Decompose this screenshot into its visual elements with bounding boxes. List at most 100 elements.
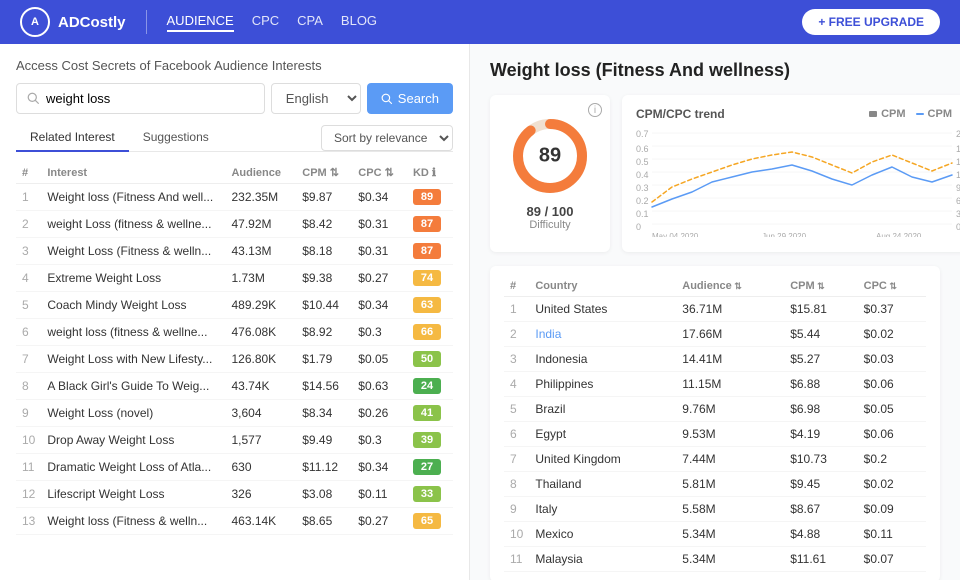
row-cpm: $3.08: [296, 481, 352, 508]
country-cpc: $0.02: [858, 472, 926, 497]
table-row[interactable]: 9 Weight Loss (novel) 3,604 $8.34 $0.26 …: [16, 400, 453, 427]
row-kd: 89: [407, 184, 453, 211]
logo[interactable]: A ADCostly: [20, 7, 126, 37]
row-audience: 1.73M: [225, 265, 296, 292]
upgrade-button[interactable]: + FREE UPGRADE: [802, 9, 940, 35]
country-table-row: 5 Brazil 9.76M $6.98 $0.05: [504, 397, 926, 422]
country-cpc: $0.06: [858, 422, 926, 447]
difficulty-info-icon[interactable]: i: [588, 103, 602, 117]
svg-text:3: 3: [956, 209, 960, 219]
country-name[interactable]: India: [529, 322, 676, 347]
table-row[interactable]: 3 Weight Loss (Fitness & welln... 43.13M…: [16, 238, 453, 265]
svg-text:0.5: 0.5: [636, 157, 649, 167]
country-cpc: $0.06: [858, 372, 926, 397]
row-cpc: $0.3: [352, 427, 407, 454]
country-row-num: 4: [504, 372, 529, 397]
row-cpc: $0.34: [352, 454, 407, 481]
col-kd: KD ℹ: [407, 162, 453, 184]
row-interest-name: Weight loss (Fitness And well...: [41, 184, 225, 211]
row-num: 10: [16, 427, 41, 454]
table-row[interactable]: 1 Weight loss (Fitness And well... 232.3…: [16, 184, 453, 211]
row-kd: 50: [407, 346, 453, 373]
row-cpc: $0.3: [352, 319, 407, 346]
svg-text:0: 0: [636, 222, 641, 232]
country-cpc: $0.03: [858, 347, 926, 372]
nav-cpa[interactable]: CPA: [297, 13, 323, 32]
country-audience: 9.76M: [676, 397, 784, 422]
table-row[interactable]: 7 Weight Loss with New Lifesty... 126.80…: [16, 346, 453, 373]
row-cpc: $0.11: [352, 481, 407, 508]
country-cpc: $0.2: [858, 447, 926, 472]
country-table-row: 4 Philippines 11.15M $6.88 $0.06: [504, 372, 926, 397]
row-cpm: $8.34: [296, 400, 352, 427]
table-row[interactable]: 11 Dramatic Weight Loss of Atla... 630 $…: [16, 454, 453, 481]
chart-card: CPM/CPC trend CPM CPM i: [622, 95, 960, 252]
svg-text:0.1: 0.1: [636, 209, 649, 219]
difficulty-card: i 89 89 / 100 Difficulty: [490, 95, 610, 252]
table-row[interactable]: 12 Lifescript Weight Loss 326 $3.08 $0.1…: [16, 481, 453, 508]
country-audience: 17.66M: [676, 322, 784, 347]
country-cpm: $6.98: [784, 397, 857, 422]
country-table: # Country Audience CPM CPC 1 United Stat…: [504, 276, 926, 572]
row-kd: 27: [407, 454, 453, 481]
row-cpc: $0.26: [352, 400, 407, 427]
table-row[interactable]: 10 Drop Away Weight Loss 1,577 $9.49 $0.…: [16, 427, 453, 454]
row-kd: 87: [407, 211, 453, 238]
row-audience: 232.35M: [225, 184, 296, 211]
row-kd: 41: [407, 400, 453, 427]
table-row[interactable]: 6 weight loss (fitness & wellne... 476.0…: [16, 319, 453, 346]
interest-table: # Interest Audience CPM ⇅ CPC ⇅ KD ℹ 1 W…: [16, 162, 453, 535]
country-col-cpc[interactable]: CPC: [858, 276, 926, 297]
row-cpc: $0.31: [352, 211, 407, 238]
row-interest-name: Coach Mindy Weight Loss: [41, 292, 225, 319]
svg-text:0.3: 0.3: [636, 183, 649, 193]
right-panel: Weight loss (Fitness And wellness) i 89 …: [470, 44, 960, 580]
search-button[interactable]: Search: [367, 83, 453, 114]
tab-related-interest[interactable]: Related Interest: [16, 124, 129, 152]
row-cpm: $9.38: [296, 265, 352, 292]
nav-blog[interactable]: BLOG: [341, 13, 377, 32]
country-audience: 5.34M: [676, 522, 784, 547]
table-row[interactable]: 4 Extreme Weight Loss 1.73M $9.38 $0.27 …: [16, 265, 453, 292]
main-nav: AUDIENCE CPC CPA BLOG: [167, 13, 783, 32]
svg-text:0.2: 0.2: [636, 196, 649, 206]
country-name: Italy: [529, 497, 676, 522]
row-num: 5: [16, 292, 41, 319]
country-col-cpm[interactable]: CPM: [784, 276, 857, 297]
table-row[interactable]: 2 weight Loss (fitness & wellne... 47.92…: [16, 211, 453, 238]
row-interest-name: Weight Loss (Fitness & welln...: [41, 238, 225, 265]
logo-text: ADCostly: [58, 14, 126, 31]
country-cpm: $11.61: [784, 547, 857, 572]
language-select[interactable]: English: [271, 83, 361, 114]
country-audience: 9.53M: [676, 422, 784, 447]
table-row[interactable]: 8 A Black Girl's Guide To Weig... 43.74K…: [16, 373, 453, 400]
row-kd: 66: [407, 319, 453, 346]
logo-icon: A: [20, 7, 50, 37]
row-interest-name: Drop Away Weight Loss: [41, 427, 225, 454]
country-row-num: 5: [504, 397, 529, 422]
row-interest-name: Dramatic Weight Loss of Atla...: [41, 454, 225, 481]
search-input[interactable]: [46, 91, 254, 106]
country-row-num: 9: [504, 497, 529, 522]
country-name: Indonesia: [529, 347, 676, 372]
table-row[interactable]: 5 Coach Mindy Weight Loss 489.29K $10.44…: [16, 292, 453, 319]
table-row[interactable]: 13 Weight loss (Fitness & welln... 463.1…: [16, 508, 453, 535]
search-input-wrap: [16, 83, 265, 114]
row-cpm: $9.49: [296, 427, 352, 454]
country-table-row: 9 Italy 5.58M $8.67 $0.09: [504, 497, 926, 522]
row-cpm: $8.65: [296, 508, 352, 535]
row-cpm: $14.56: [296, 373, 352, 400]
svg-text:0.7: 0.7: [636, 129, 649, 139]
country-name: Thailand: [529, 472, 676, 497]
country-name: Malaysia: [529, 547, 676, 572]
tab-suggestions[interactable]: Suggestions: [129, 124, 223, 152]
sort-select[interactable]: Sort by relevance: [321, 125, 453, 151]
row-audience: 43.74K: [225, 373, 296, 400]
nav-audience[interactable]: AUDIENCE: [167, 13, 234, 32]
svg-text:12: 12: [956, 170, 960, 180]
nav-cpc[interactable]: CPC: [252, 13, 279, 32]
country-col-audience[interactable]: Audience: [676, 276, 784, 297]
row-interest-name: A Black Girl's Guide To Weig...: [41, 373, 225, 400]
svg-text:0: 0: [956, 222, 960, 232]
country-name: Brazil: [529, 397, 676, 422]
